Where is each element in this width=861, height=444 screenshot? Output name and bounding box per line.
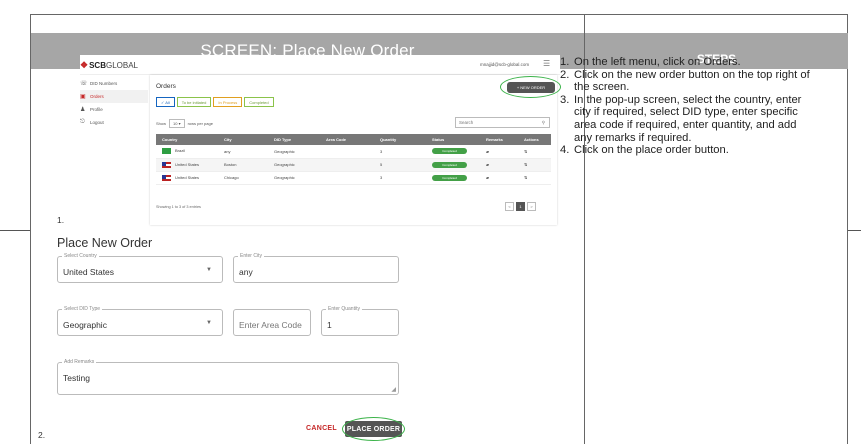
- remarks-icon[interactable]: ▰: [486, 175, 489, 180]
- user-email: mnajjid@scb-global.com: [480, 62, 530, 67]
- resize-handle-icon[interactable]: ◢: [391, 386, 396, 393]
- quantity-input[interactable]: Enter Quantity 1: [321, 306, 399, 336]
- table-header-row: Country City DID Type Area Code Quantity…: [156, 134, 551, 145]
- step-item: 4. Click on the place order button.: [560, 144, 729, 157]
- orders-title: Orders: [156, 83, 176, 90]
- form-title: Place New Order: [57, 236, 153, 250]
- us-flag-icon: [162, 174, 171, 181]
- highlight-oval: [342, 417, 405, 441]
- logo-mark-icon: ❖: [80, 60, 89, 70]
- right-rule: [848, 230, 861, 231]
- filter-all[interactable]: ✓ All: [156, 97, 175, 107]
- search-input[interactable]: Search ⚲: [455, 117, 550, 128]
- status-badge: Completed: [432, 174, 467, 181]
- side-menu: ☏ DID Numbers ▣ Orders ♟ Profile ⎋ Logout: [80, 77, 148, 129]
- sidebar-item-logout[interactable]: ⎋ Logout: [80, 116, 148, 129]
- step-item: 3. In the pop-up screen, select the count…: [560, 93, 802, 144]
- cancel-button[interactable]: CANCEL: [306, 425, 337, 432]
- orders-screenshot: ❖ SCB GLOBAL mnajjid@scb-global.com ☰ ☏ DI…: [80, 55, 561, 230]
- phone-icon: ☏: [80, 81, 88, 87]
- step-item: 2. Click on the new order button on the t…: [560, 68, 810, 94]
- caret-down-icon: ▼: [206, 320, 212, 326]
- page-1-button[interactable]: 1: [516, 202, 525, 211]
- bag-icon: ▣: [80, 94, 86, 100]
- table-row: United States Chicago Geographic 3 Compl…: [156, 171, 551, 185]
- actions-icon[interactable]: ⇅: [524, 149, 527, 154]
- app-topbar: ❖ SCB GLOBAL mnajjid@scb-global.com ☰: [80, 55, 560, 75]
- screenshot-label-1: 1.: [57, 215, 65, 225]
- app-logo: ❖ SCB GLOBAL: [80, 60, 138, 70]
- sidebar-item-orders[interactable]: ▣ Orders: [80, 90, 148, 103]
- step-item: 1. On the left menu, click on Orders.: [560, 56, 741, 68]
- filter-to-be-initiated[interactable]: To be initiated: [176, 97, 212, 107]
- prev-page-button[interactable]: <: [505, 202, 514, 211]
- filter-in-process[interactable]: In Process: [213, 97, 243, 107]
- screenshot-label-2: 2.: [38, 430, 46, 440]
- actions-icon[interactable]: ⇅: [524, 175, 527, 180]
- status-badge: Completed: [432, 148, 467, 155]
- table-row: United States Boston Geographic 5 Comple…: [156, 158, 551, 172]
- remarks-icon[interactable]: ▰: [486, 149, 489, 154]
- city-input[interactable]: Enter City any: [233, 253, 399, 283]
- did-type-select[interactable]: Select DID Type Geographic ▼: [57, 306, 223, 336]
- person-icon: ♟: [80, 107, 86, 113]
- filter-completed[interactable]: Completed: [244, 97, 274, 107]
- remarks-icon[interactable]: ▰: [486, 162, 489, 167]
- left-rule: [0, 230, 30, 231]
- hamburger-menu-icon[interactable]: ☰: [543, 59, 550, 68]
- table-row: Brazil any Geographic 3 Completed ▰ ⇅: [156, 145, 551, 159]
- remarks-textarea[interactable]: Add Remarks Testing ◢: [57, 359, 399, 395]
- sidebar-item-did-numbers[interactable]: ☏ DID Numbers: [80, 77, 148, 90]
- sidebar-item-profile[interactable]: ♟ Profile: [80, 103, 148, 116]
- us-flag-icon: [162, 161, 171, 168]
- orders-panel: Orders + NEW ORDER ✓ All To be initiated…: [150, 75, 561, 225]
- caret-down-icon: ▼: [206, 267, 212, 273]
- actions-icon[interactable]: ⇅: [524, 162, 527, 167]
- status-badge: Completed: [432, 161, 467, 168]
- logout-icon: ⎋: [80, 119, 85, 125]
- brazil-flag-icon: [162, 148, 171, 155]
- country-select[interactable]: Select Country United States ▼: [57, 253, 223, 283]
- showing-entries-text: Showing 1 to 3 of 3 entries: [156, 205, 201, 209]
- area-code-input[interactable]: Enter Area Code: [233, 309, 311, 336]
- pagination: < 1 >: [505, 202, 536, 211]
- highlight-oval: [500, 76, 561, 98]
- search-icon: ⚲: [541, 119, 545, 125]
- rows-per-page: Show 10 ▾ rows per page: [156, 119, 213, 128]
- orders-table: Country City DID Type Area Code Quantity…: [156, 134, 551, 185]
- status-filters: ✓ All To be initiated In Process Complet…: [156, 97, 274, 107]
- next-page-button[interactable]: >: [527, 202, 536, 211]
- rows-per-page-select[interactable]: 10 ▾: [169, 119, 185, 128]
- steps-list: 1. On the left menu, click on Orders. 2. C…: [560, 56, 810, 157]
